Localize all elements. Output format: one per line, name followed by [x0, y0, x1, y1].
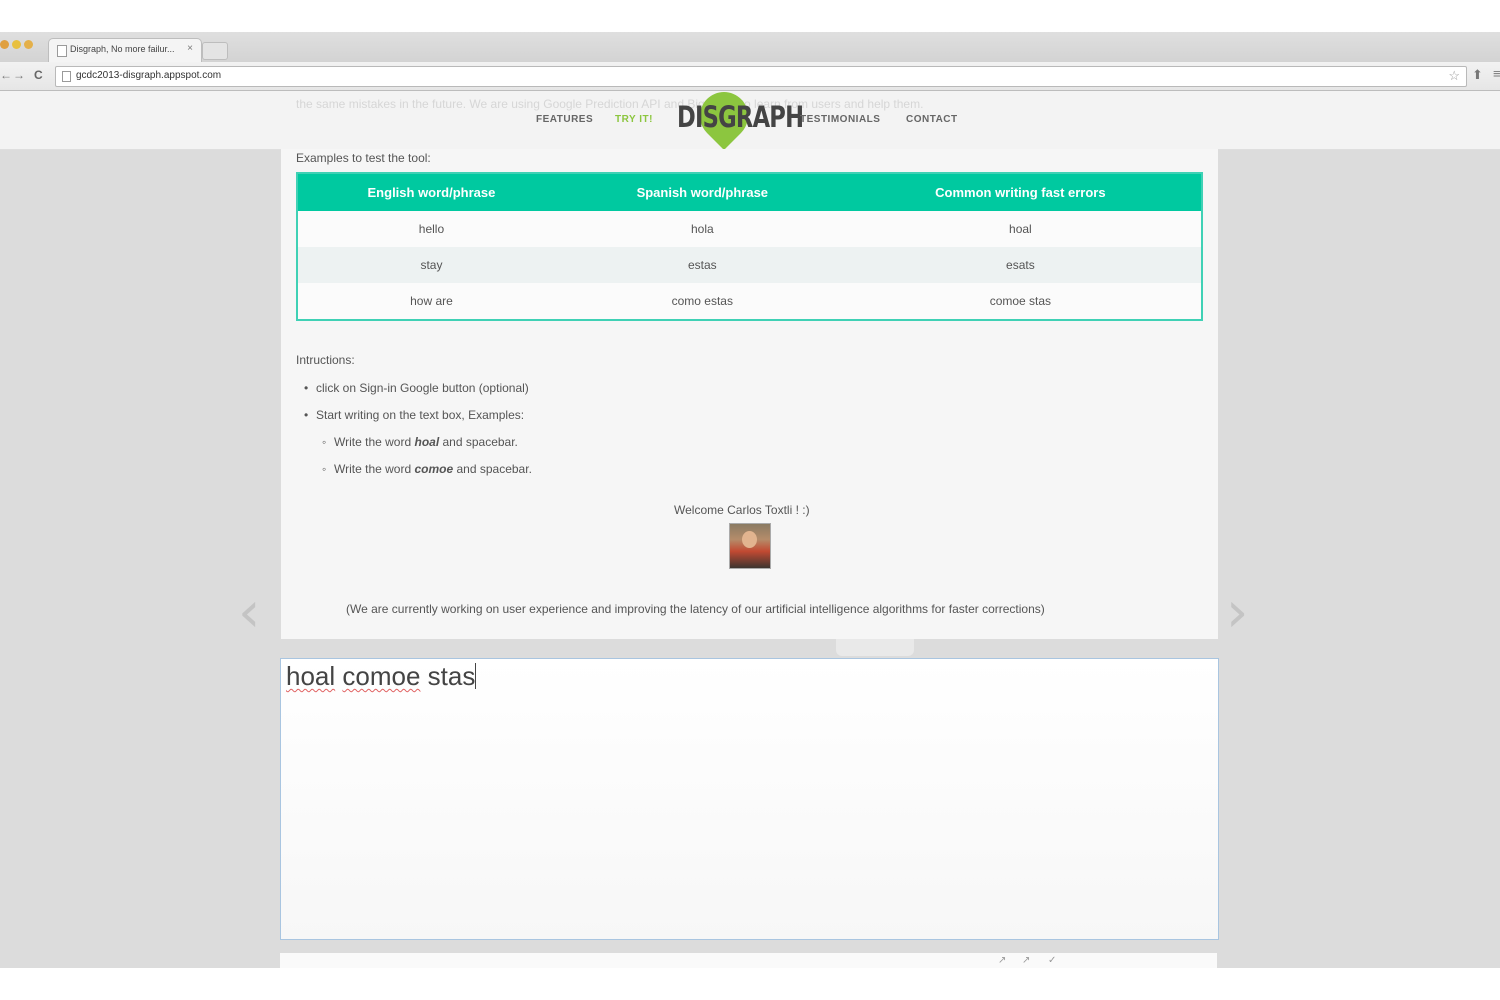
share-icon[interactable]: ↗ — [998, 955, 1006, 966]
sub-item-prefix: Write the word — [334, 462, 415, 476]
share-icon[interactable]: ↗ — [1022, 955, 1030, 966]
avatar-face — [742, 531, 757, 548]
page-icon — [62, 71, 71, 82]
examples-table: English word/phrase Spanish word/phrase … — [296, 172, 1203, 321]
sub-item-suffix: and spacebar. — [439, 435, 518, 449]
table-cell: comoe stas — [839, 283, 1202, 320]
table-header: English word/phrase — [297, 173, 565, 211]
forward-icon[interactable]: → — [13, 68, 25, 82]
page-icon — [57, 45, 67, 57]
circle-bullet-icon: ◦ — [322, 435, 327, 449]
check-icon[interactable]: ✓ — [1048, 955, 1056, 966]
editor-word: stas — [427, 661, 476, 691]
sub-item-suffix: and spacebar. — [453, 462, 532, 476]
table-cell: hello — [297, 211, 565, 247]
list-item-text: click on Sign-in Google button (optional… — [316, 381, 529, 395]
table-row: stay estas esats — [297, 247, 1202, 283]
editor-content[interactable]: hoal comoe stas — [286, 661, 477, 692]
faded-shape — [836, 639, 914, 656]
table-header-row: English word/phrase Spanish word/phrase … — [297, 173, 1202, 211]
menu-icon[interactable]: ≡ — [1493, 66, 1500, 81]
table-cell: hola — [564, 211, 840, 247]
example-word: comoe — [414, 462, 454, 476]
new-tab-button[interactable] — [202, 42, 228, 60]
faded-description: the same mistakes in the future. We are … — [296, 97, 924, 111]
window-close-button[interactable] — [0, 40, 9, 49]
notice-text: (We are currently working on user experi… — [346, 602, 1045, 616]
window-zoom-button[interactable] — [24, 40, 33, 49]
close-tab-icon[interactable]: × — [187, 43, 193, 54]
avatar — [729, 523, 771, 569]
example-word: hoal — [414, 435, 440, 449]
table-cell: como estas — [564, 283, 840, 320]
examples-label: Examples to test the tool: — [296, 151, 431, 165]
tab-title: Disgraph, No more failur... — [70, 44, 175, 54]
nav-testimonials[interactable]: TESTIMONIALS — [800, 114, 880, 125]
table-row: hello hola hoal — [297, 211, 1202, 247]
list-item: • click on Sign-in Google button (optiona… — [304, 381, 529, 395]
instructions-label: Intructions: — [296, 353, 355, 367]
browser-tab[interactable]: Disgraph, No more failur... × — [48, 38, 202, 63]
footer-strip — [280, 953, 1217, 968]
bullet-icon: • — [304, 408, 309, 422]
bottom-margin — [0, 968, 1500, 1000]
url-text: gcdc2013-disgraph.appspot.com — [76, 70, 222, 81]
table-row: how are como estas comoe stas — [297, 283, 1202, 320]
misspelled-word: comoe — [342, 661, 421, 691]
table-cell: stay — [297, 247, 565, 283]
top-margin — [0, 0, 1500, 32]
welcome-message: Welcome Carlos Toxtli ! :) — [674, 503, 810, 517]
list-item: • Start writing on the text box, Examples… — [304, 408, 524, 422]
site-logo[interactable]: DISGRAPH — [677, 100, 804, 134]
nav-contact[interactable]: CONTACT — [906, 114, 958, 125]
window-minimize-button[interactable] — [12, 40, 21, 49]
circle-bullet-icon: ◦ — [322, 462, 327, 476]
extension-icon[interactable]: ⬆ — [1472, 67, 1483, 83]
bookmark-star-icon[interactable]: ☆ — [1448, 68, 1460, 84]
table-cell: esats — [839, 247, 1202, 283]
misspelled-word: hoal — [286, 661, 336, 691]
carousel-next-icon[interactable]: › — [1226, 580, 1248, 645]
table-header: Spanish word/phrase — [564, 173, 840, 211]
nav-features[interactable]: FEATURES — [536, 114, 593, 125]
list-item-text: Start writing on the text box, Examples: — [316, 408, 525, 422]
table-cell: hoal — [839, 211, 1202, 247]
sub-list-item: ◦ Write the word comoe and spacebar. — [322, 462, 532, 476]
sub-list-item: ◦ Write the word hoal and spacebar. — [322, 435, 518, 449]
bullet-icon: • — [304, 381, 309, 395]
writing-text-box[interactable]: hoal comoe stas — [280, 658, 1219, 940]
carousel-prev-icon[interactable]: ‹ — [238, 580, 260, 645]
table-cell: how are — [297, 283, 565, 320]
reload-icon[interactable]: C — [34, 68, 43, 82]
table-cell: estas — [564, 247, 840, 283]
text-caret — [475, 663, 477, 689]
nav-try-it[interactable]: TRY IT! — [615, 114, 653, 125]
sub-item-prefix: Write the word — [334, 435, 415, 449]
address-bar[interactable]: gcdc2013-disgraph.appspot.com ☆ — [55, 66, 1467, 87]
back-icon[interactable]: ← — [0, 68, 12, 82]
table-header: Common writing fast errors — [839, 173, 1202, 211]
